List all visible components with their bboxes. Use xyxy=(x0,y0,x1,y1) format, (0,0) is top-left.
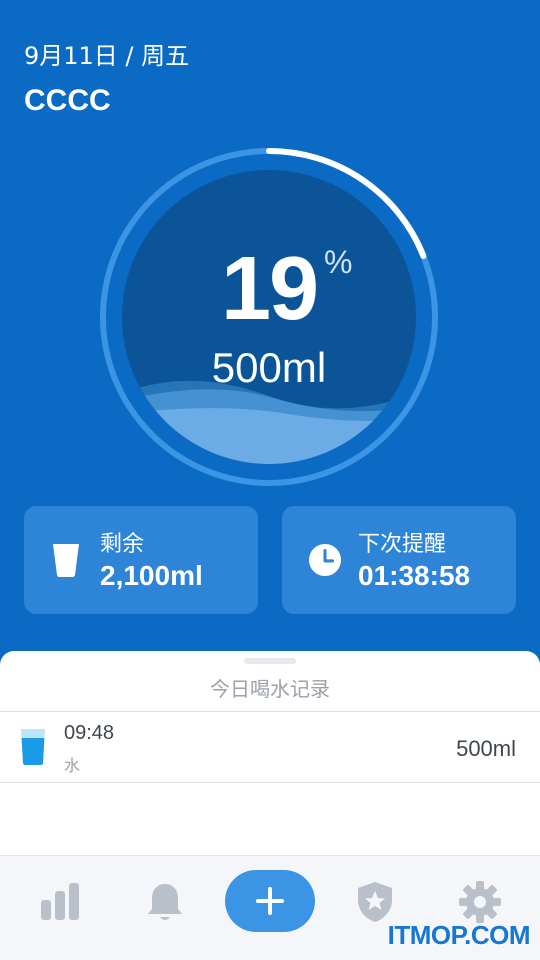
remaining-value: 2,100ml xyxy=(100,560,203,591)
clock-icon xyxy=(308,543,342,577)
date-label: 9月11日 / 周五 xyxy=(24,42,190,70)
remaining-card[interactable]: 剩余 2,100ml xyxy=(24,506,258,614)
record-time: 09:48 xyxy=(64,722,115,744)
bar-chart-icon[interactable] xyxy=(38,880,82,924)
sheet-drag-handle[interactable] xyxy=(244,658,296,664)
consumed-amount: 500ml xyxy=(211,344,327,391)
percent-value: 19 xyxy=(220,239,319,339)
add-drink-button[interactable] xyxy=(225,870,315,932)
gear-icon[interactable] xyxy=(458,880,502,924)
list-item[interactable]: 09:48 水 500ml xyxy=(0,712,540,782)
divider xyxy=(0,782,540,783)
bell-icon[interactable] xyxy=(143,880,187,924)
remaining-label: 剩余 xyxy=(100,532,145,557)
records-title: 今日喝水记录 xyxy=(210,677,330,701)
water-cup-icon xyxy=(21,729,45,765)
percent-sign: % xyxy=(324,244,353,280)
record-drink-type: 水 xyxy=(64,756,81,775)
user-name: CCCC xyxy=(24,84,111,117)
cup-icon xyxy=(53,544,79,577)
watermark: ITMOP.COM xyxy=(387,920,531,950)
record-amount: 500ml xyxy=(456,736,516,761)
progress-gauge: 19 % 500ml xyxy=(98,146,440,488)
next-reminder-card[interactable]: 下次提醒 01:38:58 xyxy=(282,506,516,614)
drink-records-sheet: 今日喝水记录 09:48 水 500ml xyxy=(0,651,540,855)
shield-star-icon[interactable] xyxy=(353,880,397,924)
plus-icon-vertical xyxy=(268,887,272,915)
home-panel: 9月11日 / 周五 CCCC 19 % 500ml 剩余 2,100ml 下次… xyxy=(0,0,540,680)
bottom-tab-bar: ITMOP.COM xyxy=(0,855,540,960)
next-reminder-value: 01:38:58 xyxy=(358,560,471,591)
next-reminder-label: 下次提醒 xyxy=(358,532,447,557)
